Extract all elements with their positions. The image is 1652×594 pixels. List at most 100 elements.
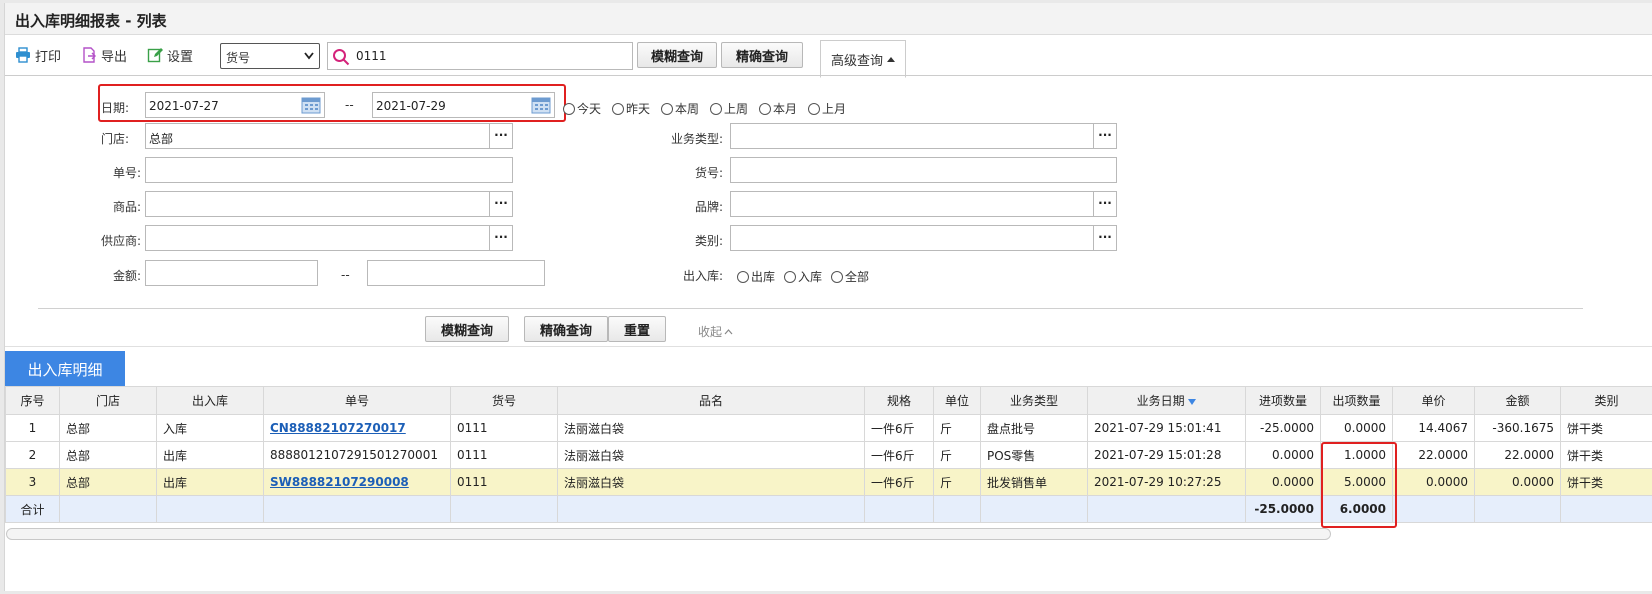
radio-icon bbox=[808, 102, 820, 115]
col-header[interactable]: 出入库 bbox=[156, 386, 264, 415]
radio-icon bbox=[612, 102, 624, 115]
col-header[interactable]: 进项数量 bbox=[1245, 386, 1321, 415]
table-row[interactable]: 1 总部 入库 CN88882107270017 0111 法丽滋白袋 一件6斤… bbox=[5, 414, 1652, 442]
item-no-field[interactable] bbox=[730, 157, 1117, 183]
calendar-icon[interactable] bbox=[531, 96, 551, 114]
cell: 饼干类 bbox=[1560, 414, 1652, 442]
cell: 总部 bbox=[59, 468, 157, 496]
collapse-toggle[interactable]: 收起 bbox=[698, 323, 733, 340]
cell bbox=[263, 495, 451, 523]
calendar-icon[interactable] bbox=[301, 96, 321, 114]
table-row[interactable]: 2 总部 出库 888801210729150127000​1 0111 法丽滋… bbox=[5, 441, 1652, 469]
col-header-sorted[interactable]: 业务日期 bbox=[1087, 386, 1246, 415]
printer-icon bbox=[16, 47, 30, 63]
search-field-select[interactable]: 货号 bbox=[220, 43, 320, 69]
cell: 入库 bbox=[156, 414, 264, 442]
cell: 饼干类 bbox=[1560, 468, 1652, 496]
cell bbox=[450, 495, 558, 523]
cell: 0.0000 bbox=[1320, 414, 1393, 442]
exact-query-button[interactable]: 精确查询 bbox=[721, 42, 803, 68]
order-link[interactable]: CN88882107270017 bbox=[270, 421, 406, 435]
table-row-selected[interactable]: 3 总部 出库 SW88882107290008 0111 法丽滋白袋 一件6斤… bbox=[5, 468, 1652, 496]
order-no-field[interactable] bbox=[145, 157, 513, 183]
store-picker-button[interactable]: ··· bbox=[489, 123, 513, 149]
export-icon bbox=[83, 47, 96, 63]
settings-button[interactable]: 设置 bbox=[147, 44, 193, 66]
category-field[interactable]: ··· bbox=[730, 225, 1117, 251]
col-header[interactable]: 单位 bbox=[933, 386, 981, 415]
inout-option-out[interactable]: 出库 bbox=[737, 268, 775, 285]
tab-inout-detail[interactable]: 出入库明细 bbox=[5, 351, 125, 387]
col-header[interactable]: 单价 bbox=[1392, 386, 1475, 415]
cell: 批发销售单 bbox=[980, 468, 1088, 496]
panel-exact-query-button[interactable]: 精确查询 bbox=[524, 316, 608, 342]
cell bbox=[1560, 495, 1652, 523]
supplier-label: 供应商: bbox=[101, 234, 142, 248]
col-header[interactable]: 规格 bbox=[864, 386, 934, 415]
amount-min-field[interactable] bbox=[145, 260, 318, 286]
amount-label: 金额: bbox=[113, 269, 142, 283]
cell: 法丽滋白袋 bbox=[557, 441, 865, 469]
category-picker-button[interactable]: ··· bbox=[1093, 225, 1117, 251]
date-from-field[interactable]: 2021-07-27 bbox=[145, 92, 325, 118]
col-header[interactable]: 序号 bbox=[5, 386, 60, 415]
panel-fuzzy-query-button[interactable]: 模糊查询 bbox=[425, 316, 509, 342]
quick-date-this-month[interactable]: 本月 bbox=[759, 100, 797, 117]
cell: -360.1675 bbox=[1474, 414, 1561, 442]
product-field[interactable]: ··· bbox=[145, 191, 513, 217]
supplier-field[interactable]: ··· bbox=[145, 225, 513, 251]
col-header[interactable]: 单号 bbox=[263, 386, 451, 415]
amount-range-separator: -- bbox=[341, 268, 350, 282]
biz-type-field[interactable]: ··· bbox=[730, 123, 1117, 149]
col-header[interactable]: 品名 bbox=[557, 386, 865, 415]
print-button[interactable]: 打印 bbox=[15, 44, 61, 66]
quick-date-this-week[interactable]: 本周 bbox=[661, 100, 699, 117]
export-button[interactable]: 导出 bbox=[81, 44, 127, 66]
quick-date-label: 本周 bbox=[675, 102, 700, 116]
table-summary-row: 合计 -25.0000 6.0000 bbox=[5, 495, 1652, 523]
quick-date-yesterday[interactable]: 昨天 bbox=[612, 100, 650, 117]
cell: 2021-07-29 15:01:28 bbox=[1087, 441, 1246, 469]
cell: 14.4067 bbox=[1392, 414, 1475, 442]
col-header[interactable]: 门店 bbox=[59, 386, 157, 415]
settings-label: 设置 bbox=[167, 49, 194, 65]
quick-date-last-month[interactable]: 上月 bbox=[808, 100, 846, 117]
col-header[interactable]: 金额 bbox=[1474, 386, 1561, 415]
fuzzy-query-button[interactable]: 模糊查询 bbox=[637, 42, 717, 68]
horizontal-scrollbar[interactable] bbox=[6, 528, 1331, 540]
date-to-field[interactable]: 2021-07-29 bbox=[372, 92, 555, 118]
cell: 0111 bbox=[450, 468, 558, 496]
inout-option-in[interactable]: 入库 bbox=[784, 268, 822, 285]
quick-date-label: 本月 bbox=[773, 102, 798, 116]
chevron-down-icon bbox=[304, 52, 314, 60]
search-field-value: 货号 bbox=[226, 51, 251, 65]
product-picker-button[interactable]: ··· bbox=[489, 191, 513, 217]
col-header[interactable]: 出项数量 bbox=[1320, 386, 1393, 415]
supplier-picker-button[interactable]: ··· bbox=[489, 225, 513, 251]
amount-max-field[interactable] bbox=[367, 260, 545, 286]
order-link[interactable]: SW88882107290008 bbox=[270, 475, 409, 489]
col-header[interactable]: 类别 bbox=[1560, 386, 1652, 415]
store-field[interactable]: 总部 ··· bbox=[145, 123, 513, 149]
col-header-label: 业务日期 bbox=[1136, 394, 1185, 408]
search-input[interactable] bbox=[356, 47, 626, 65]
biz-type-label: 业务类型: bbox=[671, 132, 724, 146]
col-header[interactable]: 业务类型 bbox=[980, 386, 1088, 415]
biz-type-picker-button[interactable]: ··· bbox=[1093, 123, 1117, 149]
date-from-value: 2021-07-27 bbox=[149, 99, 219, 113]
quick-date-today[interactable]: 今天 bbox=[563, 100, 601, 117]
quick-date-last-week[interactable]: 上周 bbox=[710, 100, 748, 117]
inout-option-all[interactable]: 全部 bbox=[831, 268, 869, 285]
advanced-query-tab[interactable]: 高级查询 bbox=[820, 40, 906, 78]
title-bar: 出入库明细报表 - 列表 bbox=[5, 3, 1652, 35]
cell bbox=[156, 495, 264, 523]
brand-field[interactable]: ··· bbox=[730, 191, 1117, 217]
cell-order-no: SW88882107290008 bbox=[263, 468, 451, 496]
radio-icon bbox=[661, 102, 673, 115]
reset-button[interactable]: 重置 bbox=[608, 316, 666, 342]
sum-label: 合计 bbox=[5, 495, 60, 523]
brand-picker-button[interactable]: ··· bbox=[1093, 191, 1117, 217]
cell: 22.0000 bbox=[1474, 441, 1561, 469]
sum-out-qty: 6.0000 bbox=[1320, 495, 1393, 523]
col-header[interactable]: 货号 bbox=[450, 386, 558, 415]
